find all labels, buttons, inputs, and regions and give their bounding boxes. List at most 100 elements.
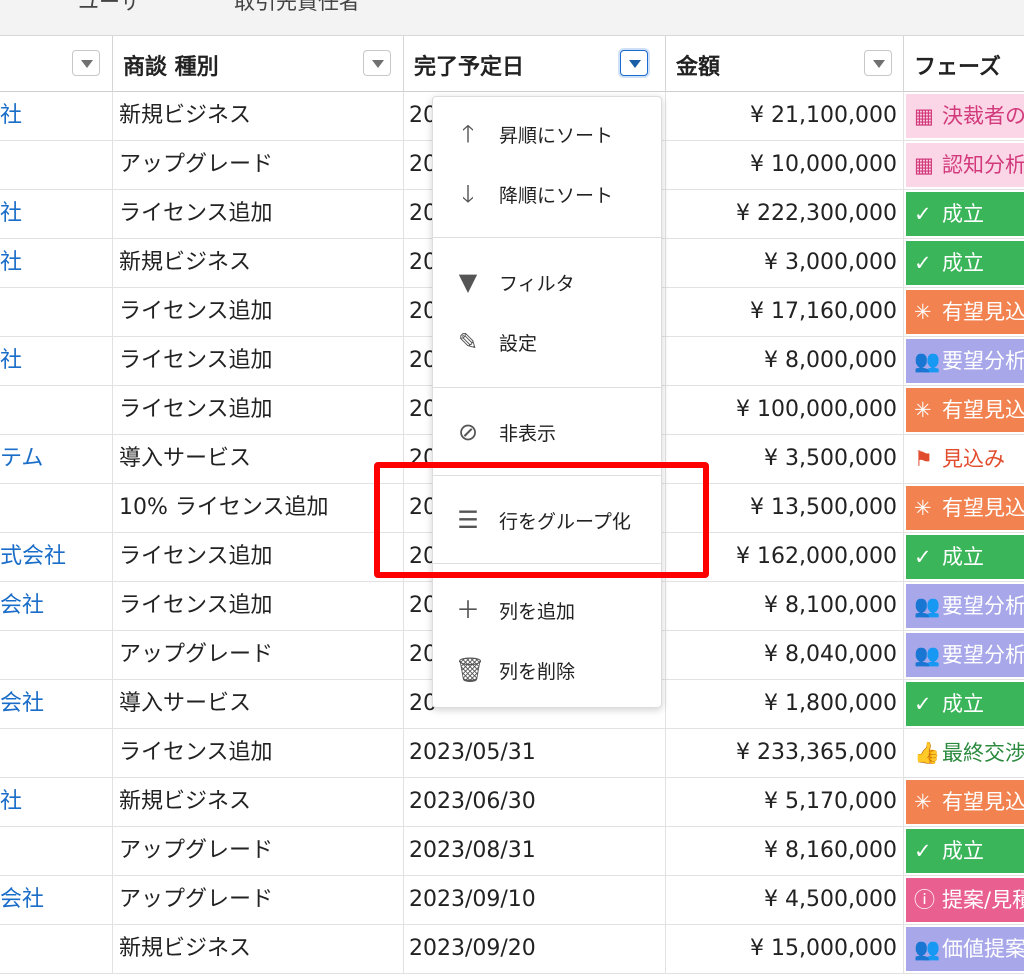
table-row[interactable]: 社新規ビジネス 2023/06/30 ¥ 5,170,000 ✳ 有望見込 [0,778,1024,827]
phase-badge: ✓ 成立 [906,241,1024,285]
menu-item-filter[interactable]: ▼ フィルタ [433,255,661,311]
sparkle-icon: ✳ [914,496,932,520]
account-link[interactable] [0,386,113,434]
amount-cell: ¥ 10,000,000 [666,141,904,189]
phase-badge: ✓ 成立 [906,192,1024,236]
menu-item-label: 非表示 [499,423,557,445]
check-icon: ✓ [914,692,932,716]
amount-cell: ¥ 8,000,000 [666,337,904,385]
thumbs-up-icon: 👍 [914,741,941,765]
phase-badge: 👥価値提案 [906,927,1024,971]
opportunity-type-cell: 10% ライセンス追加 [113,484,404,532]
phase-cell: ✓ 成立 [904,827,1024,875]
menu-item-sort-asc[interactable]: 🡑 昇順にソート [433,107,661,163]
close-date-cell: 2023/06/30 [404,778,666,826]
phase-label: 成立 [942,692,984,716]
phase-label: 成立 [942,839,984,863]
column-dropdown-button[interactable] [864,50,892,76]
opportunity-type-cell: ライセンス追加 [113,582,404,630]
phase-label: 要望分析 [942,643,1024,667]
menu-item-hide[interactable]: ⊘ 非表示 [433,405,661,461]
amount-cell: ¥ 4,500,000 [666,876,904,924]
close-date-cell: 2023/09/20 [404,925,666,973]
account-link[interactable] [0,925,113,973]
account-link[interactable] [0,484,113,532]
account-link[interactable]: 社 [0,778,113,826]
phase-label: 有望見込 [942,300,1024,324]
amount-cell: ¥ 1,800,000 [666,680,904,728]
account-link[interactable]: 社 [0,337,113,385]
column-header-label: フェーズ [914,55,1001,80]
phase-label: 価値提案 [942,937,1024,961]
account-link[interactable]: 社 [0,190,113,238]
people-icon: 👥 [914,643,941,667]
menu-item-label: 列を削除 [499,661,576,683]
account-link[interactable] [0,141,113,189]
phase-cell: ✳ 有望見込 [904,778,1024,826]
phase-label: 成立 [942,202,984,226]
check-icon: ✓ [914,839,932,863]
menu-item-sort-desc[interactable]: 🡓 降順にソート [433,167,661,223]
column-header-label: 完了予定日 [414,55,525,80]
column-header-type: 商談 種別 [113,36,404,92]
account-link[interactable] [0,288,113,336]
phase-badge: ✓ 成立 [906,829,1024,873]
column-header-close-date: 完了予定日 [404,36,666,92]
menu-item-add-column[interactable]: ＋ 列を追加 [433,583,661,639]
phase-label: 決裁者の [942,104,1024,128]
account-link[interactable]: 会社 [0,876,113,924]
column-dropdown-button-open[interactable] [620,50,648,76]
phase-cell: 👍最終交渉 [904,729,1024,777]
menu-item-label: フィルタ [499,273,575,295]
account-link[interactable] [0,631,113,679]
table-row[interactable]: ライセンス追加 2023/05/31 ¥ 233,365,000 👍最終交渉 [0,729,1024,778]
people-icon: 👥 [914,349,941,373]
phase-badge: 👥要望分析 [906,584,1024,628]
column-header-label: 金額 [676,55,721,80]
phase-cell: ⓘ 提案/見積 [904,876,1024,924]
column-dropdown-button[interactable] [363,50,391,76]
menu-item-settings[interactable]: ✎ 設定 [433,315,661,371]
table-icon: ▦ [914,153,934,177]
phase-cell: ✳ 有望見込 [904,484,1024,532]
account-link[interactable]: 会社 [0,582,113,630]
opportunity-type-cell: アップグレード [113,141,404,189]
amount-cell: ¥ 8,100,000 [666,582,904,630]
phase-label: 有望見込 [942,790,1024,814]
menu-item-delete-column[interactable]: 🗑 列を削除 [433,643,661,699]
amount-cell: ¥ 100,000,000 [666,386,904,434]
filter-icon: ▼ [458,268,478,296]
account-link[interactable]: 社 [0,239,113,287]
account-link[interactable]: 式会社 [0,533,113,581]
phase-badge: ✳ 有望見込 [906,388,1024,432]
column-dropdown-button[interactable] [72,50,100,76]
table-row[interactable]: 会社 アップグレード 2023/09/10 ¥ 4,500,000 ⓘ 提案/見積 [0,876,1024,925]
phase-cell: ▦ 決裁者の [904,92,1024,140]
phase-badge: ✳ 有望見込 [906,486,1024,530]
phase-cell: ✳ 有望見込 [904,288,1024,336]
account-link[interactable]: テム [0,435,113,483]
phase-label: 最終交渉 [942,741,1024,765]
highlight-box [374,462,709,578]
people-icon: 👥 [914,594,941,618]
account-link[interactable] [0,729,113,777]
column-header-account [0,36,113,92]
tab-users[interactable]: ユーザ [78,0,141,16]
amount-cell: ¥ 233,365,000 [666,729,904,777]
table-row[interactable]: 新規ビジネス 2023/09/20 ¥ 15,000,000 👥価値提案 [0,925,1024,974]
table-row[interactable]: アップグレード 2023/08/31 ¥ 8,160,000 ✓ 成立 [0,827,1024,876]
column-header-amount: 金額 [666,36,904,92]
phase-cell: ✳ 有望見込 [904,386,1024,434]
sparkle-icon: ✳ [914,790,932,814]
menu-item-label: 昇順にソート [499,125,614,147]
account-link[interactable]: 会社 [0,680,113,728]
account-link[interactable]: 社 [0,92,113,140]
amount-cell: ¥ 3,000,000 [666,239,904,287]
amount-cell: ¥ 21,100,000 [666,92,904,140]
sparkle-icon: ✳ [914,300,932,324]
tab-contacts[interactable]: 取引先責任者 [234,0,360,16]
pencil-icon: ✎ [457,328,479,356]
top-tab-bar: ユーザ 取引先責任者 [0,0,1024,36]
account-link[interactable] [0,827,113,875]
close-date-cell: 2023/05/31 [404,729,666,777]
